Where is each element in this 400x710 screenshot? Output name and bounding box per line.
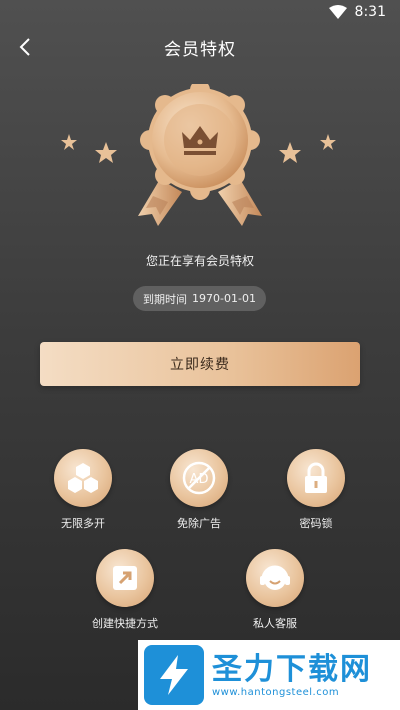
page-title: 会员特权 xyxy=(164,39,236,60)
feature-label: 免除广告 xyxy=(177,517,221,530)
expire-label: 到期时间 xyxy=(143,292,188,306)
feature-create-shortcut[interactable]: 创建快捷方式 xyxy=(80,549,170,631)
status-time: 8:31 xyxy=(354,4,386,20)
header: 会员特权 xyxy=(0,30,400,64)
feature-label: 无限多开 xyxy=(61,517,105,530)
watermark-title: 圣力下载网 xyxy=(212,651,372,687)
site-watermark: 圣力下载网 www.hantongsteel.com xyxy=(138,640,400,710)
feature-label: 密码锁 xyxy=(299,517,333,530)
back-button[interactable] xyxy=(10,32,40,62)
feature-unlimited-multi-open[interactable]: 无限多开 xyxy=(38,449,128,531)
watermark-url: www.hantongsteel.com xyxy=(212,686,340,698)
expire-date: 1970-01-01 xyxy=(192,292,256,305)
feature-label: 私人客服 xyxy=(253,617,297,630)
lightning-logo-icon xyxy=(144,645,204,705)
lock-icon xyxy=(305,462,327,493)
wifi-icon xyxy=(328,5,347,19)
expire-badge: 到期时间 1970-01-01 xyxy=(133,286,266,311)
feature-password-lock[interactable]: 密码锁 xyxy=(271,449,361,531)
member-status-text: 您正在享有会员特权 xyxy=(145,254,254,268)
chevron-left-icon xyxy=(19,38,30,56)
renew-button[interactable]: 立即续费 xyxy=(40,342,360,386)
hexagons-icon xyxy=(68,463,98,493)
feature-label: 创建快捷方式 xyxy=(92,617,158,630)
shortcut-icon xyxy=(113,566,137,590)
feature-private-support[interactable]: 私人客服 xyxy=(230,549,320,631)
member-medal xyxy=(60,80,340,234)
status-bar: 8:31 xyxy=(0,0,400,24)
feature-remove-ads[interactable]: AD 免除广告 xyxy=(154,449,244,531)
headset-icon xyxy=(260,565,290,590)
no-ad-icon: AD xyxy=(182,461,216,495)
